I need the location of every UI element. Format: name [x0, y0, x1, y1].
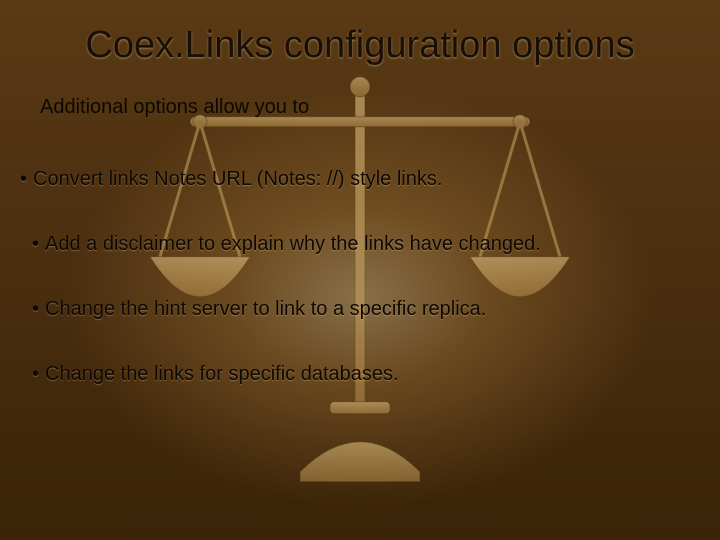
bullet-text: Change the hint server to link to a spec…: [45, 298, 486, 320]
bullet-item: • Convert links Notes URL (Notes: //) sty…: [20, 168, 700, 191]
bullet-item: • Change the links for specific databases…: [20, 363, 700, 386]
bullet-icon: •: [20, 168, 27, 191]
bullet-item: • Change the hint server to link to a spe…: [20, 298, 700, 321]
bullet-text: Add a disclaimer to explain why the link…: [45, 233, 541, 255]
bullet-icon: •: [32, 298, 39, 321]
bullet-icon: •: [32, 233, 39, 256]
bullet-list: • Convert links Notes URL (Notes: //) sty…: [20, 168, 700, 428]
slide-subtitle: Additional options allow you to: [40, 96, 309, 119]
bullet-item: • Add a disclaimer to explain why the lin…: [20, 233, 700, 256]
bullet-text: Convert links Notes URL (Notes: //) styl…: [33, 168, 442, 190]
bullet-icon: •: [32, 363, 39, 386]
slide: Coex.Links configuration options Additio…: [0, 0, 720, 540]
slide-title: Coex.Links configuration options: [0, 24, 720, 67]
bullet-text: Change the links for specific databases.: [45, 363, 399, 385]
